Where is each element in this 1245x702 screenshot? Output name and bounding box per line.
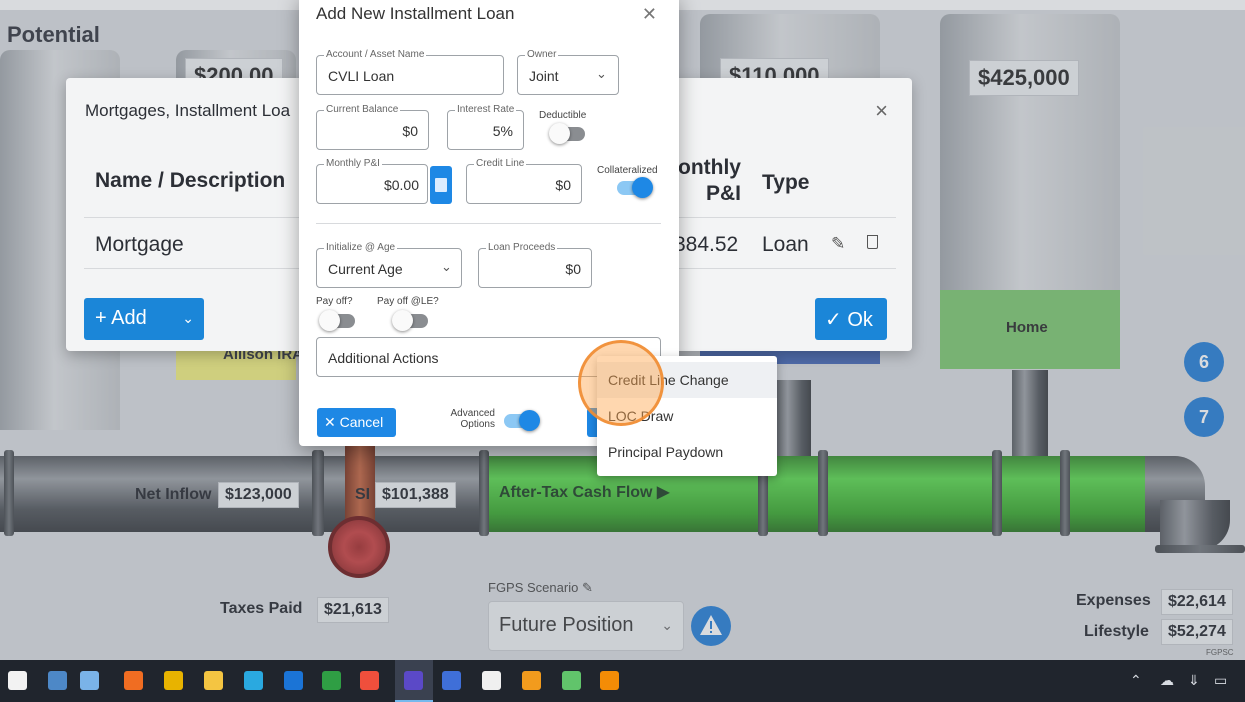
cancel-button[interactable]: ✕ Cancel: [317, 408, 396, 437]
calculator-icon[interactable]: [430, 166, 452, 204]
taskbar-app-icon[interactable]: [48, 671, 67, 690]
additional-actions-value: Additional Actions: [328, 350, 439, 366]
account-name-field[interactable]: Account / Asset Name CVLI Loan: [316, 49, 504, 95]
interest-rate-field[interactable]: Interest Rate 5%: [447, 104, 524, 150]
pay-off-toggle-knob: [319, 310, 340, 331]
interest-rate-value: 5%: [492, 123, 513, 139]
header-name: Name / Description: [95, 169, 286, 192]
taskbar-app-icon[interactable]: [562, 671, 581, 690]
pay-off-le-toggle-knob: [392, 310, 413, 331]
ok-button-label: ✓ Ok: [825, 309, 873, 331]
add-button-label: + Add: [95, 307, 147, 329]
monthly-pi-legend: Monthly P&I: [324, 158, 382, 170]
monthly-pi-value: $0.00: [383, 177, 419, 193]
header-pi: P&I: [706, 182, 742, 205]
owner-legend: Owner: [525, 49, 559, 61]
chevron-down-icon: ⌄: [596, 66, 607, 81]
collateralized-toggle-knob: [632, 177, 653, 198]
pay-off-label: Pay off?: [316, 296, 353, 307]
network-icon[interactable]: ▭: [1214, 672, 1227, 689]
deductible-label: Deductible: [539, 110, 587, 121]
interest-rate-legend: Interest Rate: [455, 104, 517, 116]
row-type: Loan: [762, 233, 809, 256]
taskbar-app-icon[interactable]: [204, 671, 223, 690]
collateralized-toggle[interactable]: [617, 177, 653, 198]
current-balance-value: $0: [402, 123, 418, 139]
section-divider: [316, 223, 661, 224]
current-balance-field[interactable]: Current Balance $0: [316, 104, 429, 150]
loan-proceeds-field[interactable]: Loan Proceeds $0: [478, 242, 592, 288]
calculator-icon-glyph: [435, 178, 447, 192]
advanced-options-toggle-knob: [519, 410, 540, 431]
taskbar-app-icon[interactable]: [404, 671, 423, 690]
initialize-age-legend: Initialize @ Age: [324, 242, 398, 254]
collateralized-label: Collateralized: [597, 165, 658, 176]
pay-off-toggle[interactable]: [319, 310, 355, 331]
deductible-toggle-knob: [549, 123, 570, 144]
account-name-legend: Account / Asset Name: [324, 49, 427, 61]
trash-icon[interactable]: [867, 235, 878, 249]
advanced-options-line-1: Advanced: [450, 408, 495, 419]
loan-proceeds-value: $0: [565, 261, 581, 277]
chevron-down-icon: ⌄: [182, 310, 194, 326]
chevron-down-icon: ⌄: [441, 259, 452, 274]
chevron-up-icon[interactable]: ⌃: [1130, 672, 1142, 689]
edit-icon[interactable]: ✎: [831, 234, 845, 254]
loan-proceeds-legend: Loan Proceeds: [486, 242, 558, 254]
taskbar-app-icon[interactable]: [600, 671, 619, 690]
ok-button[interactable]: ✓ Ok: [815, 298, 887, 340]
mortgages-modal-title: Mortgages, Installment Loa: [85, 101, 291, 120]
taskbar-app-icon[interactable]: [284, 671, 303, 690]
row-name: Mortgage: [95, 233, 184, 256]
owner-select[interactable]: Owner Joint ⌄: [517, 49, 619, 95]
taskbar-app-icon[interactable]: [482, 671, 501, 690]
pay-off-le-toggle[interactable]: [392, 310, 428, 331]
add-button[interactable]: + Add ⌄: [84, 298, 204, 340]
account-name-value: CVLI Loan: [328, 68, 395, 84]
app-window: Potential 5 ction $200,00 Allison IRA $1…: [0, 0, 1245, 660]
taskbar-app-icon[interactable]: [442, 671, 461, 690]
loan-modal-title: Add New Installment Loan: [316, 4, 515, 23]
advanced-options-label: Advanced Options: [449, 408, 495, 430]
taskbar-app-icon[interactable]: [522, 671, 541, 690]
advanced-options-toggle[interactable]: [504, 410, 540, 431]
usb-icon[interactable]: ⇓: [1188, 672, 1200, 689]
credit-line-field[interactable]: Credit Line $0: [466, 158, 582, 204]
owner-value: Joint: [529, 68, 559, 84]
taskbar: ⌃ ☁ ⇓ ▭: [0, 660, 1245, 702]
credit-line-legend: Credit Line: [474, 158, 527, 170]
cloud-icon[interactable]: ☁: [1160, 672, 1174, 689]
header-type: Type: [762, 171, 810, 194]
taskbar-app-icon[interactable]: [360, 671, 379, 690]
initialize-age-select[interactable]: Initialize @ Age Current Age ⌄: [316, 242, 462, 288]
close-icon[interactable]: ✕: [642, 4, 657, 25]
taskbar-app-icon[interactable]: [80, 671, 99, 690]
click-highlight: [578, 340, 664, 426]
current-balance-legend: Current Balance: [324, 104, 401, 116]
taskbar-app-icon[interactable]: [164, 671, 183, 690]
taskbar-app-icon[interactable]: [124, 671, 143, 690]
close-icon[interactable]: ×: [875, 98, 888, 124]
initialize-age-value: Current Age: [328, 261, 403, 277]
taskbar-app-icon[interactable]: [8, 671, 27, 690]
header-monthly: onthly: [678, 156, 741, 179]
taskbar-app-icon[interactable]: [322, 671, 341, 690]
advanced-options-line-2: Options: [460, 419, 495, 430]
row-monthly: 384.52: [674, 233, 739, 256]
credit-line-value: $0: [555, 177, 571, 193]
pay-off-le-label: Pay off @LE?: [377, 296, 439, 307]
taskbar-app-icon[interactable]: [244, 671, 263, 690]
monthly-pi-field[interactable]: Monthly P&I $0.00: [316, 158, 428, 204]
menu-item-principal-paydown[interactable]: Principal Paydown: [597, 434, 777, 470]
cancel-button-label: ✕ Cancel: [324, 414, 384, 430]
deductible-toggle[interactable]: [549, 123, 585, 144]
